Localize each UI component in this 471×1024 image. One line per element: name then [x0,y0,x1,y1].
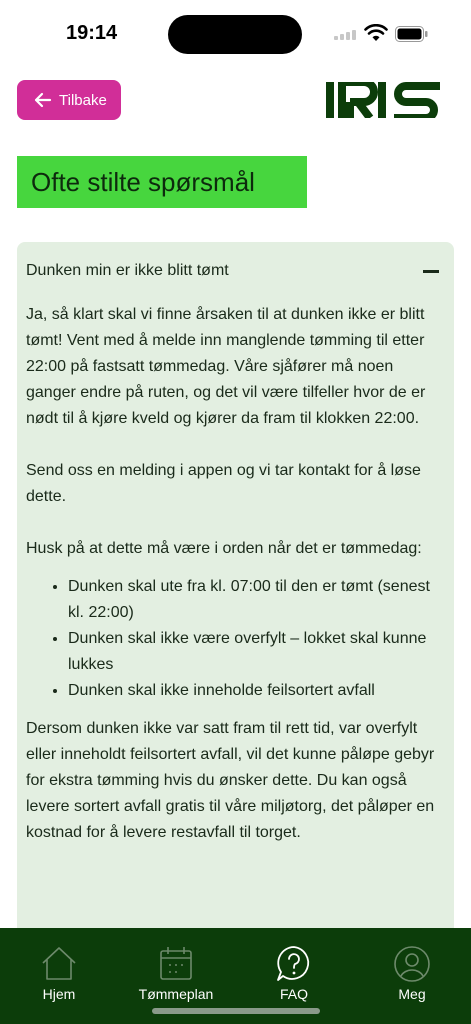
tab-label: Meg [398,986,426,1002]
back-label: Tilbake [59,91,107,109]
tab-home[interactable]: Hjem [19,928,99,1008]
page-title: Ofte stilte spørsmål [17,156,307,208]
requirements-list: Dunken skal ute fra kl. 07:00 til den er… [26,574,446,704]
faq-item: Dunken min er ikke blitt tømt Ja, så kla… [17,242,454,942]
arrow-left-icon [34,92,52,108]
tab-label: FAQ [279,986,308,1002]
list-item: Dunken skal ikke inneholde feilsortert a… [68,678,446,704]
tab-meg[interactable]: Meg [372,928,452,1008]
status-bar: 19:14 [0,0,471,70]
question-icon [277,946,310,981]
home-icon [42,947,76,980]
answer-paragraph: Send oss en melding i appen og vi tar ko… [26,462,421,505]
wifi-icon [364,24,388,41]
dynamic-island [168,15,302,54]
list-item: Dunken skal ute fra kl. 07:00 til den er… [68,574,446,626]
signal-icon [334,30,358,40]
calendar-icon [160,947,192,980]
answer-paragraph: Husk på at dette må være i orden når det… [26,540,422,557]
status-time: 19:14 [66,22,118,44]
tab-faq[interactable]: FAQ [254,928,334,1008]
tab-label: Tømmeplan [138,986,214,1002]
tab-tommeplan[interactable]: Tømmeplan [126,928,226,1008]
battery-icon [395,26,428,42]
faq-question[interactable]: Dunken min er ikke blitt tømt [26,260,446,282]
list-item: Dunken skal ikke være overfylt – lokket … [68,626,446,678]
iris-logo [326,82,440,118]
answer-paragraph: Dersom dunken ikke var satt fram til ret… [26,720,435,841]
answer-paragraph: Ja, så klart skal vi finne årsaken til a… [26,306,426,427]
profile-icon [394,946,430,982]
tab-label: Hjem [42,986,76,1002]
home-indicator[interactable] [152,1008,320,1014]
faq-answer: Ja, så klart skal vi finne årsaken til a… [26,302,446,872]
minus-icon[interactable] [423,270,439,273]
back-button[interactable]: Tilbake [17,80,121,120]
